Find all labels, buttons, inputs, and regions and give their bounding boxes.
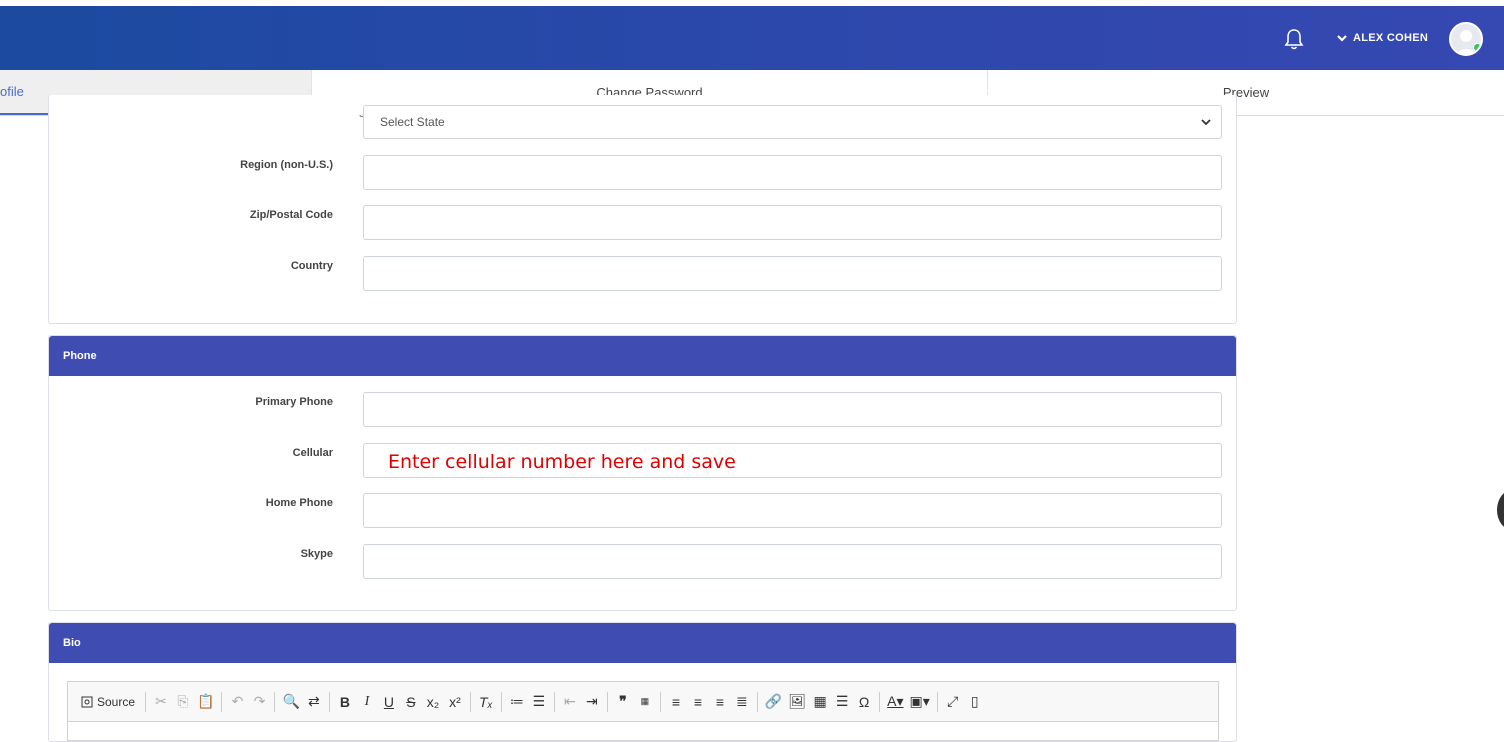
cut-icon[interactable]: ✂ [150,689,172,715]
toolbar-separator [274,691,276,712]
numbered-list-icon[interactable]: ≔ [506,689,528,715]
bold-icon[interactable]: B [334,689,356,715]
section-title: Phone [63,350,97,362]
replace-icon[interactable]: ⇄ [303,689,325,715]
avatar[interactable] [1449,22,1483,56]
image-icon[interactable]: 🖼 [785,689,809,715]
toolbar-separator [659,691,661,712]
italic-icon[interactable]: I [356,689,378,715]
skype-input[interactable] [363,544,1222,579]
phone-section-header: Phone [49,336,1236,376]
table-icon[interactable]: ▦ [809,689,831,715]
chevron-down-icon [1201,119,1211,126]
chat-widget-button[interactable] [1497,490,1504,530]
country-label: Country [290,260,333,272]
toolbar-separator [756,691,758,712]
horizontal-line-icon[interactable]: ☰ [831,689,853,715]
bio-section-header: Bio [49,623,1236,663]
cellular-hint: Enter cellular number here and save [388,451,736,473]
show-blocks-icon[interactable]: ▯ [964,689,986,715]
tab-label: ofile [0,84,24,99]
cellular-label: Cellular [292,447,333,459]
home-phone-label: Home Phone [265,497,333,509]
toolbar-separator [606,691,608,712]
phone-card: Phone Primary Phone Cellular Enter cellu… [48,335,1237,611]
indent-icon[interactable]: ⇥ [581,689,603,715]
superscript-icon[interactable]: x² [444,689,466,715]
align-justify-icon[interactable]: ≣ [731,689,753,715]
maximize-icon[interactable]: ⤢ [942,689,964,715]
toolbar-separator [328,691,330,712]
zip-label: Zip/Postal Code [249,209,333,221]
chevron-down-icon [1337,35,1347,42]
user-name: ALEX COHEN [1353,32,1429,44]
redo-icon[interactable]: ↷ [248,689,270,715]
toolbar-separator [553,691,555,712]
div-icon[interactable]: ▦ [634,689,656,715]
background-color-icon[interactable]: ▣▾ [907,689,933,715]
toolbar-separator [879,691,881,712]
state-select-value: Select State [380,115,445,129]
section-title: Bio [63,637,81,649]
link-icon[interactable]: 🔗 [762,689,785,715]
source-label: Source [97,694,136,709]
undo-icon[interactable]: ↶ [226,689,248,715]
align-right-icon[interactable]: ≡ [709,689,731,715]
skype-label: Skype [300,548,333,560]
strikethrough-icon[interactable]: S [400,689,422,715]
editor-toolbar: Source ✂ ⎘ 📋 ↶ ↷ 🔍 ⇄ B I U S x₂ x² Tₓ ≔ … [68,682,1218,722]
subscript-icon[interactable]: x₂ [422,689,444,715]
align-center-icon[interactable]: ≡ [687,689,709,715]
state-label: State [141,114,381,119]
copy-icon[interactable]: ⎘ [172,689,194,715]
toolbar-separator [500,691,502,712]
bell-icon[interactable] [1284,28,1304,50]
source-button[interactable]: Source [78,689,141,715]
country-input[interactable] [363,256,1222,291]
home-phone-input[interactable] [363,493,1222,528]
source-icon [81,696,93,707]
blockquote-icon[interactable]: ❞ [612,689,634,715]
special-char-icon[interactable]: Ω [853,689,875,715]
top-header: ALEX COHEN [0,6,1504,70]
primary-phone-input[interactable] [363,392,1222,427]
toolbar-separator [936,691,938,712]
user-menu[interactable]: ALEX COHEN [1337,32,1428,44]
text-color-icon[interactable]: A▾ [884,689,906,715]
outdent-icon[interactable]: ⇤ [559,689,581,715]
state-select[interactable]: Select State [363,105,1222,139]
toolbar-separator [145,691,147,712]
cellular-input[interactable]: Enter cellular number here and save [363,443,1222,478]
find-icon[interactable]: 🔍 [279,689,302,715]
toolbar-separator [221,691,223,712]
address-card: State Select State Region (non-U.S.) Zip… [48,95,1237,324]
bio-card: Bio Source ✂ ⎘ 📋 ↶ ↷ 🔍 ⇄ B I U S x₂ x² T… [48,622,1237,742]
region-label: Region (non-U.S.) [240,159,333,171]
zip-input[interactable] [363,205,1222,240]
paste-icon[interactable]: 📋 [194,689,217,715]
bulleted-list-icon[interactable]: ☰ [528,689,550,715]
region-input[interactable] [363,155,1222,190]
remove-format-icon[interactable]: Tₓ [475,689,497,715]
toolbar-separator [469,691,471,712]
online-status-dot [1473,43,1481,52]
rich-text-editor: Source ✂ ⎘ 📋 ↶ ↷ 🔍 ⇄ B I U S x₂ x² Tₓ ≔ … [67,681,1219,741]
align-left-icon[interactable]: ≡ [665,689,687,715]
underline-icon[interactable]: U [378,689,400,715]
primary-phone-label: Primary Phone [255,396,333,408]
